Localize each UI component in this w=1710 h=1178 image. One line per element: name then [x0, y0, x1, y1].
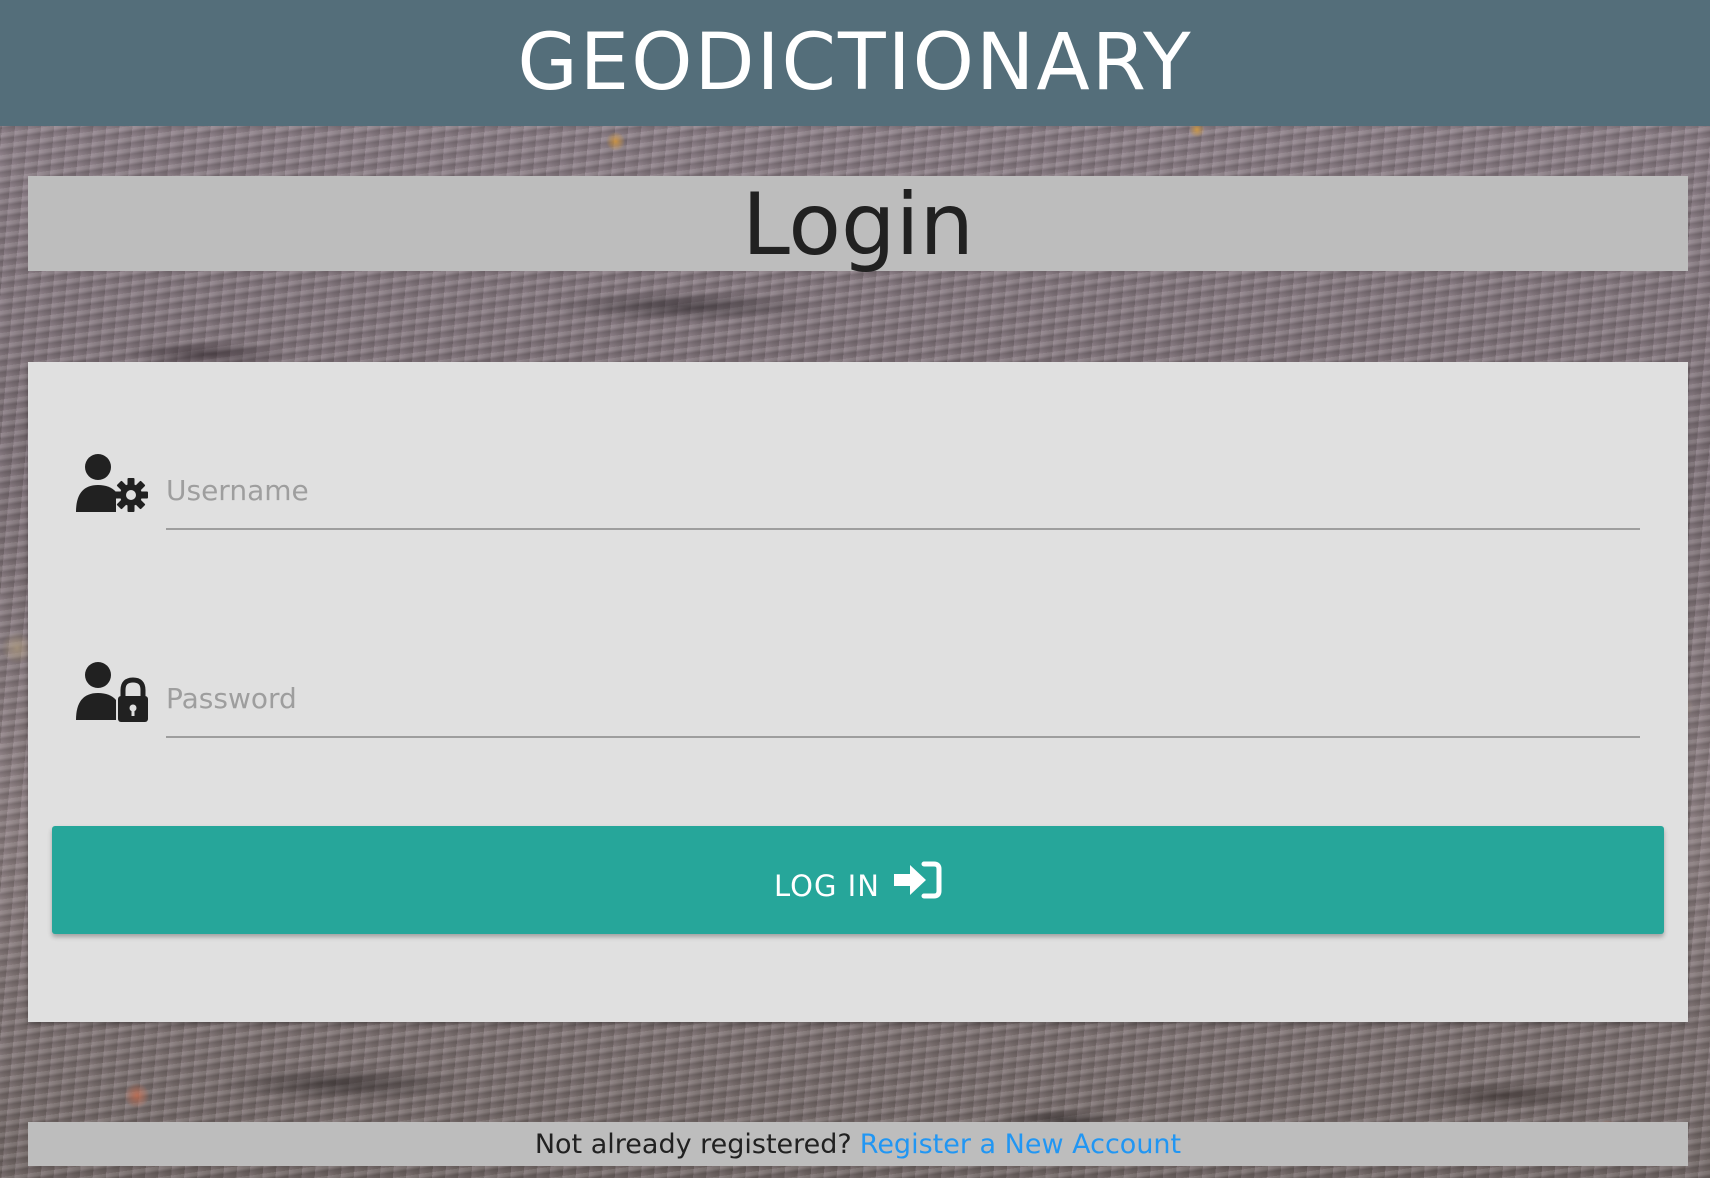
register-prompt-text: Not already registered?: [534, 1128, 852, 1160]
password-input[interactable]: [166, 660, 1640, 738]
login-form: LOG IN: [28, 362, 1688, 1022]
register-link[interactable]: Register a New Account: [860, 1129, 1181, 1160]
login-button-label: LOG IN: [774, 869, 880, 903]
sign-in-icon: [893, 861, 942, 899]
username-input[interactable]: [166, 452, 1640, 530]
user-lock-icon: [76, 662, 148, 722]
brand-logo-link[interactable]: GEODICTIONARY: [517, 18, 1192, 108]
user-cog-icon: [76, 454, 148, 512]
username-field-group: [74, 452, 1668, 532]
register-prompt-bar: Not already registered? Register a New A…: [28, 1122, 1688, 1166]
password-field-group: [74, 660, 1668, 740]
page-title: Login: [741, 175, 974, 275]
login-button[interactable]: LOG IN: [52, 826, 1664, 934]
page-heading-panel: Login: [28, 175, 1688, 275]
top-nav-bar: GEODICTIONARY: [0, 0, 1710, 126]
